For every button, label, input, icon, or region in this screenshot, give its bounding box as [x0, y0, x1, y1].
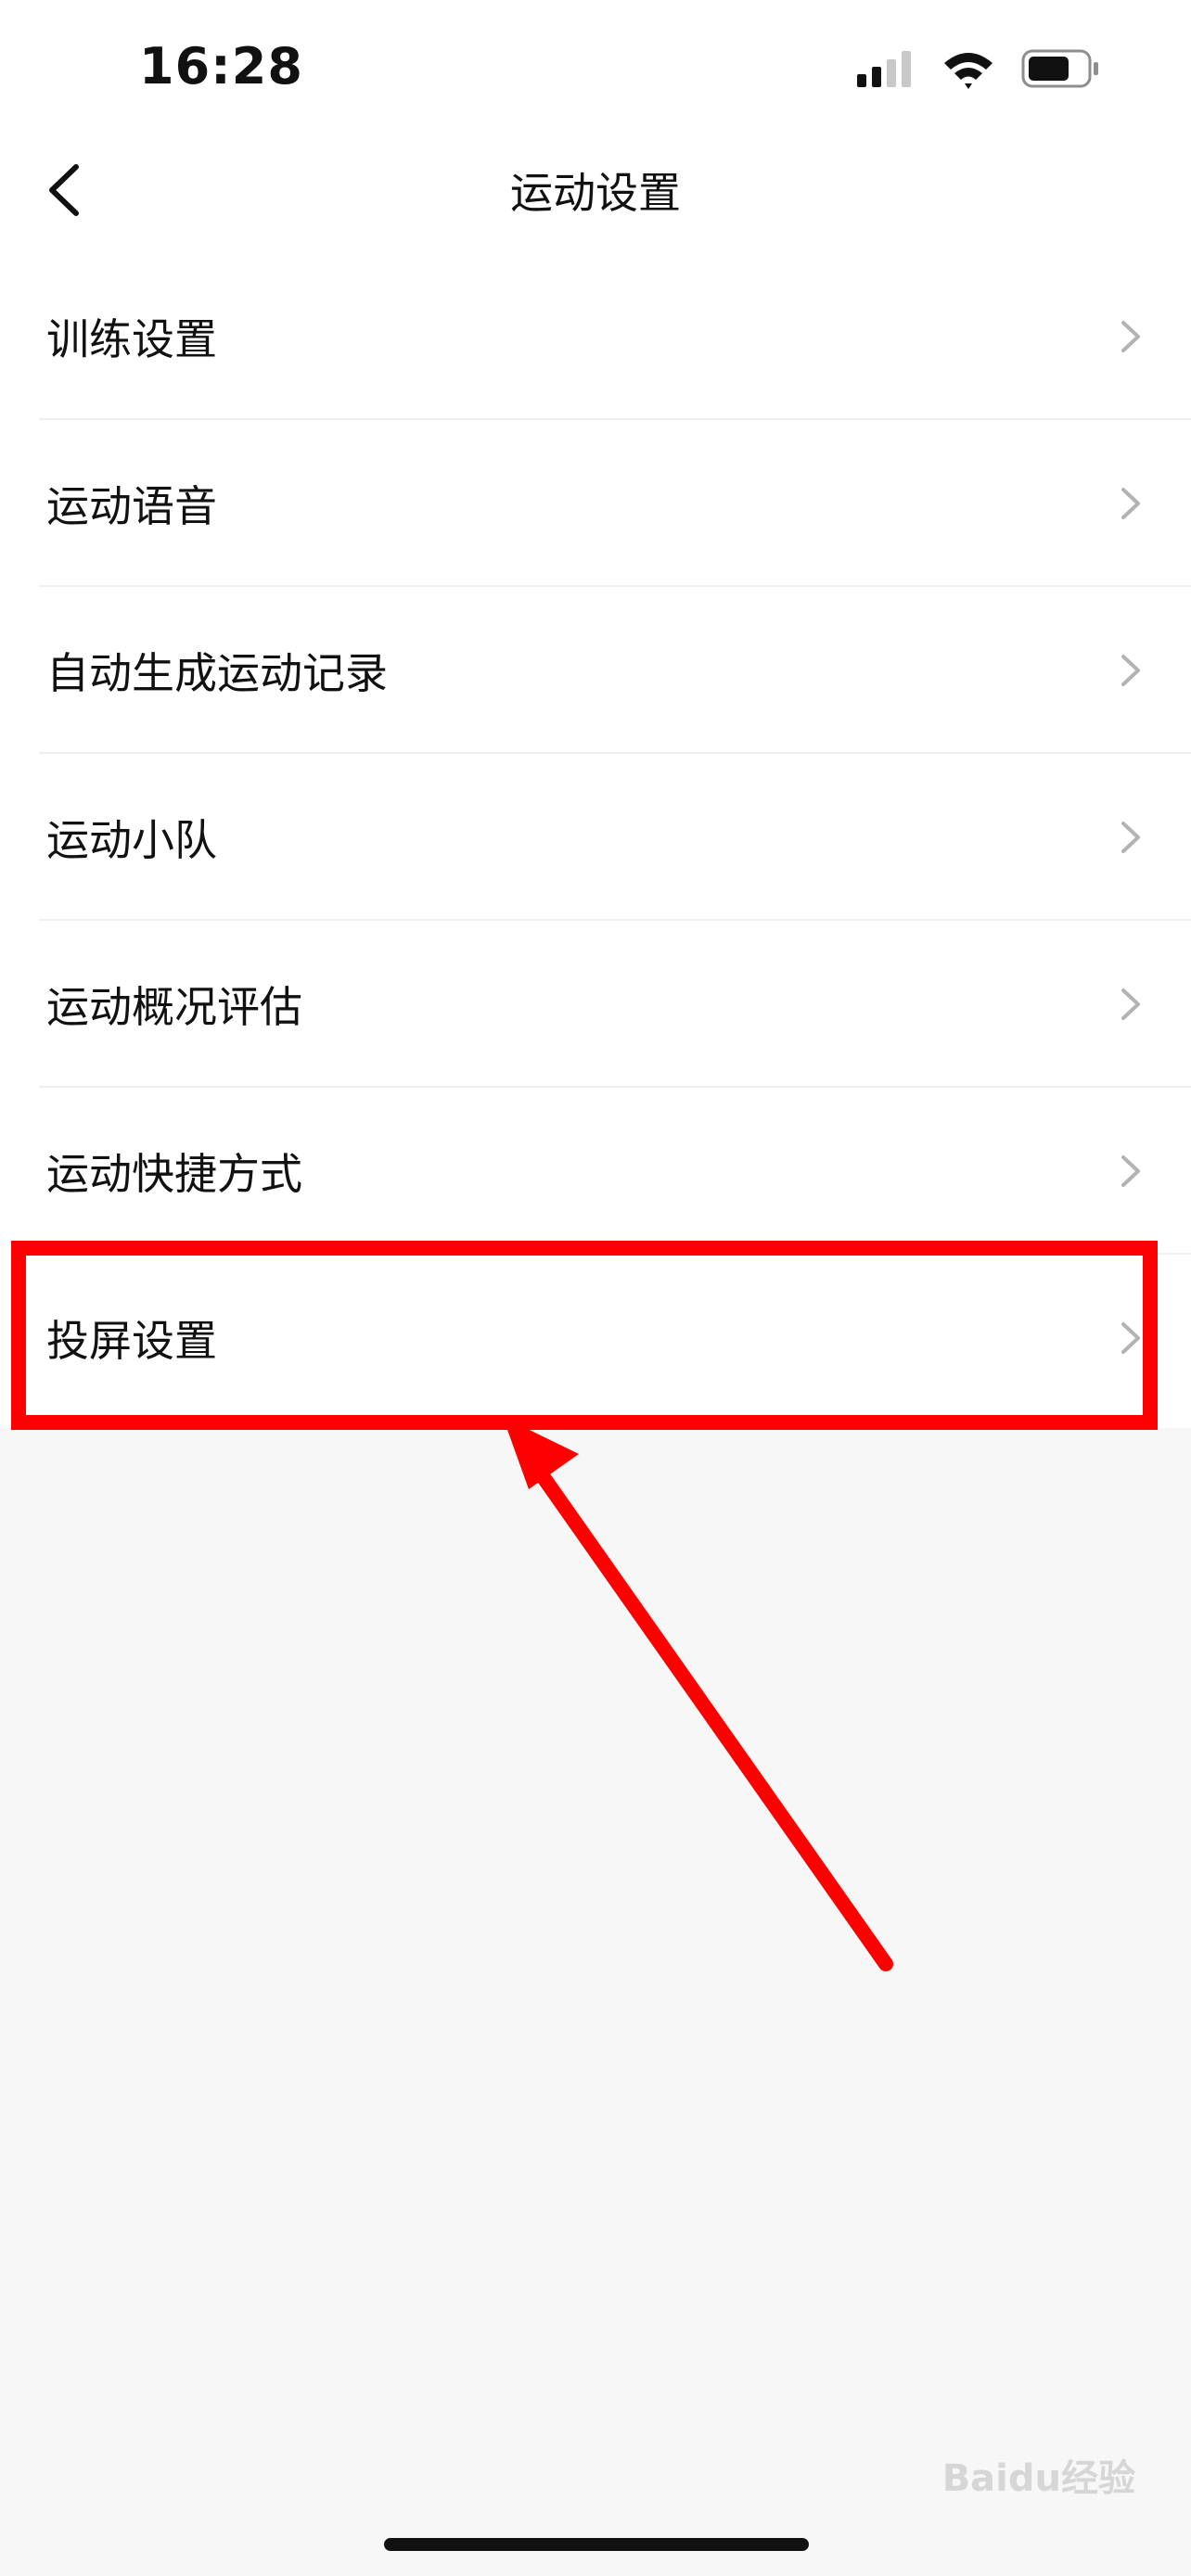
highlight-box	[11, 1241, 1158, 1430]
status-icons	[857, 49, 1098, 89]
page-title: 运动设置	[510, 168, 681, 218]
settings-item-auto-record[interactable]: 自动生成运动记录	[0, 587, 1191, 754]
settings-item-label: 运动快捷方式	[46, 1149, 302, 1199]
settings-item-voice[interactable]: 运动语音	[0, 420, 1191, 587]
battery-icon	[1021, 49, 1098, 88]
settings-item-training[interactable]: 训练设置	[0, 253, 1191, 420]
chevron-right-icon	[1121, 1155, 1140, 1187]
chevron-right-icon	[1121, 655, 1140, 686]
settings-item-overview[interactable]: 运动概况评估	[0, 921, 1191, 1088]
status-bar: 16:28	[0, 0, 1191, 139]
wifi-icon	[944, 53, 992, 89]
home-indicator[interactable]	[384, 2538, 809, 2551]
settings-item-label: 运动小队	[46, 815, 217, 865]
chevron-right-icon	[1121, 488, 1140, 519]
settings-item-label: 训练设置	[46, 314, 217, 364]
settings-item-team[interactable]: 运动小队	[0, 754, 1191, 921]
chevron-right-icon	[1121, 822, 1140, 853]
settings-item-shortcuts[interactable]: 运动快捷方式	[0, 1088, 1191, 1255]
status-time: 16:28	[139, 37, 303, 96]
nav-bar: 运动设置	[0, 139, 1191, 241]
settings-item-label: 运动语音	[46, 481, 217, 531]
chevron-right-icon	[1121, 321, 1140, 352]
watermark: Baidu经验	[941, 2457, 1135, 2500]
settings-item-label: 运动概况评估	[46, 982, 302, 1032]
settings-item-label: 自动生成运动记录	[46, 648, 388, 698]
chevron-right-icon	[1121, 988, 1140, 1020]
cellular-signal-icon	[857, 51, 911, 87]
